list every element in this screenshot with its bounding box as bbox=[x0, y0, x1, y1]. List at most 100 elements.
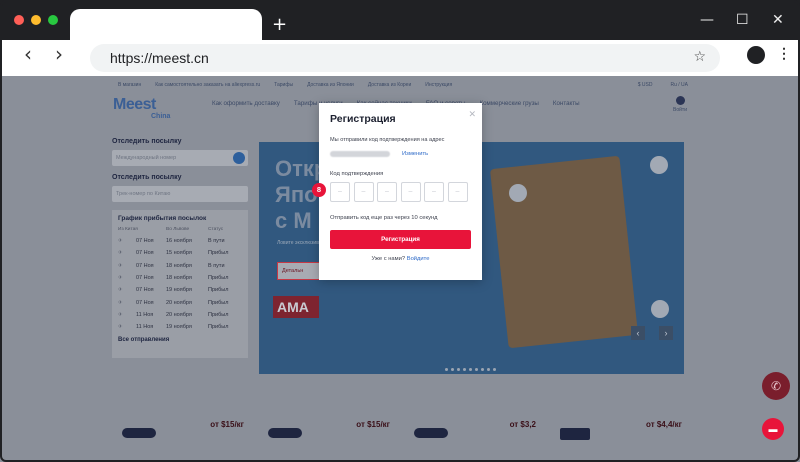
top-link[interactable]: Инструкция bbox=[425, 82, 452, 88]
sent-code-text: Мы отправили код подтверждения на адрес bbox=[330, 137, 445, 143]
schedule-cell: Прибыл bbox=[208, 275, 229, 282]
pager-dot[interactable] bbox=[487, 368, 490, 371]
schedule-row: ✈ 11 Ноя 19 ноября Прибыл bbox=[118, 321, 242, 333]
pager-dot[interactable] bbox=[457, 368, 460, 371]
tariff-card[interactable]: от $4,4/кг bbox=[550, 412, 694, 456]
window-controls bbox=[14, 15, 58, 25]
masked-email bbox=[330, 151, 390, 157]
pager-dot[interactable] bbox=[481, 368, 484, 371]
code-digit-input[interactable]: – bbox=[400, 182, 421, 202]
schedule-rows: ✈ 07 Ноя 16 ноября В пути ✈ 07 Ноя 15 ноября Пр… bbox=[118, 235, 242, 333]
plane-icon bbox=[268, 428, 302, 438]
prev-slide-arrow-icon[interactable]: ‹ bbox=[631, 326, 645, 340]
tariff-price: от $15/кг bbox=[356, 420, 390, 429]
schedule-cell: 07 Ноя bbox=[136, 275, 154, 282]
top-link[interactable]: Как самостоятельно заказать на aliexpres… bbox=[155, 82, 260, 88]
top-link[interactable]: Доставка из Кореи bbox=[368, 82, 411, 88]
china-track-placeholder: Трек-номер по Китаю bbox=[116, 191, 171, 197]
schedule-cell: 18 ноября bbox=[166, 275, 192, 282]
nav-item[interactable]: Как оформить доставку bbox=[212, 100, 280, 107]
schedule-cell: 07 Ноя bbox=[136, 299, 154, 306]
schedule-title: График прибытия посылок bbox=[118, 215, 207, 222]
minimize-icon[interactable]: — bbox=[700, 12, 714, 28]
address-bar[interactable]: https://meest.cn ☆ bbox=[90, 44, 720, 72]
new-tab-button[interactable]: + bbox=[272, 14, 287, 35]
forward-arrow-icon[interactable]: › bbox=[55, 42, 63, 66]
tariff-card[interactable]: от $15/кг bbox=[112, 412, 256, 456]
tariff-price: от $3,2 bbox=[509, 420, 536, 429]
code-digit-input[interactable]: – bbox=[353, 182, 374, 202]
schedule-row: ✈ 07 Ноя 18 ноября В пути bbox=[118, 260, 242, 272]
plane-icon: ✈ bbox=[118, 275, 123, 282]
top-link[interactable]: Доставка из Японии bbox=[307, 82, 354, 88]
flower-icon bbox=[651, 300, 669, 318]
modal-title: Регистрация bbox=[330, 113, 396, 125]
track-input[interactable]: Международный номер bbox=[112, 150, 248, 166]
user-icon bbox=[675, 96, 685, 105]
schedule-cell: Прибыл bbox=[208, 287, 229, 294]
language-switch[interactable]: Ru / UA bbox=[670, 82, 688, 88]
schedule-cell: 19 ноября bbox=[166, 287, 192, 294]
browser-chrome: + — ☐ ✕ ‹ › https://meest.cn ☆ ⋮ bbox=[0, 0, 800, 76]
close-icon[interactable]: ✕ bbox=[468, 110, 476, 120]
bookmark-star-icon[interactable]: ☆ bbox=[693, 49, 706, 65]
pager-dot[interactable] bbox=[475, 368, 478, 371]
back-arrow-icon[interactable]: ‹ bbox=[24, 42, 32, 66]
plane-icon: ✈ bbox=[118, 324, 123, 331]
maximize-window-dot[interactable] bbox=[48, 15, 58, 25]
schedule-cell: 07 Ноя bbox=[136, 238, 154, 245]
top-settings: $ USD Ru / UA bbox=[638, 82, 688, 88]
schedule-row: ✈ 11 Ноя 20 ноября Прибыл bbox=[118, 309, 242, 321]
code-inputs: – – – – – – bbox=[330, 182, 468, 202]
close-icon[interactable]: ✕ bbox=[772, 12, 784, 28]
change-email-link[interactable]: Изменить bbox=[402, 151, 428, 157]
flower-icon bbox=[650, 156, 668, 174]
nav-item[interactable]: Контакты bbox=[553, 100, 580, 107]
pager-dot[interactable] bbox=[469, 368, 472, 371]
step-badge: 8 bbox=[312, 183, 326, 197]
banner-tag: AMA bbox=[273, 296, 319, 318]
active-tab[interactable] bbox=[70, 9, 262, 41]
nav-item[interactable]: Коммерческие грузы bbox=[479, 100, 538, 107]
pager-dot[interactable] bbox=[493, 368, 496, 371]
browser-menu-icon[interactable]: ⋮ bbox=[777, 45, 791, 62]
phone-call-icon[interactable]: ✆ bbox=[762, 372, 790, 400]
schedule-row: ✈ 07 Ноя 15 ноября Прибыл bbox=[118, 247, 242, 259]
top-link[interactable]: В магазин bbox=[118, 82, 141, 88]
next-slide-arrow-icon[interactable]: › bbox=[659, 326, 673, 340]
banner-details-button[interactable]: Детальн bbox=[277, 262, 323, 280]
code-digit-input[interactable]: – bbox=[377, 182, 397, 202]
track-title-secondary: Отследить посылку bbox=[112, 174, 182, 181]
code-digit-input[interactable]: – bbox=[424, 182, 444, 202]
column-header: Во Львове bbox=[166, 227, 190, 232]
login-prompt: Уже с нами? Войдите bbox=[319, 256, 482, 262]
logo-subtext: China bbox=[151, 113, 171, 120]
plane-icon: ✈ bbox=[118, 299, 123, 306]
maximize-icon[interactable]: ☐ bbox=[736, 12, 749, 28]
china-track-input[interactable]: Трек-номер по Китаю bbox=[112, 186, 248, 202]
plane-icon: ✈ bbox=[118, 262, 123, 269]
login-button[interactable]: Войти bbox=[670, 96, 690, 113]
register-button[interactable]: Регистрация bbox=[330, 230, 471, 249]
close-window-dot[interactable] bbox=[14, 15, 24, 25]
minimize-window-dot[interactable] bbox=[31, 15, 41, 25]
code-digit-input[interactable]: – bbox=[447, 182, 468, 202]
login-link[interactable]: Войдите bbox=[407, 256, 430, 262]
pager-dot[interactable] bbox=[463, 368, 466, 371]
track-submit-button[interactable] bbox=[233, 152, 245, 164]
chat-icon[interactable]: ▬ bbox=[762, 418, 784, 440]
profile-avatar-icon[interactable] bbox=[747, 46, 765, 64]
track-placeholder: Международный номер bbox=[116, 155, 177, 161]
all-shipments-link[interactable]: Все отправления bbox=[118, 337, 242, 343]
code-digit-input[interactable]: – bbox=[330, 182, 350, 202]
tariff-card[interactable]: от $15/кг bbox=[258, 412, 402, 456]
schedule-cell: Прибыл bbox=[208, 250, 229, 257]
tariff-card[interactable]: от $3,2 bbox=[404, 412, 548, 456]
pager-dot[interactable] bbox=[445, 368, 448, 371]
plane-icon bbox=[414, 428, 448, 438]
site-logo[interactable]: Meest China bbox=[113, 96, 177, 124]
currency-switch[interactable]: $ USD bbox=[638, 82, 653, 88]
schedule-row: ✈ 07 Ноя 16 ноября В пути bbox=[118, 235, 242, 247]
top-link[interactable]: Тарифы bbox=[274, 82, 293, 88]
pager-dot[interactable] bbox=[451, 368, 454, 371]
